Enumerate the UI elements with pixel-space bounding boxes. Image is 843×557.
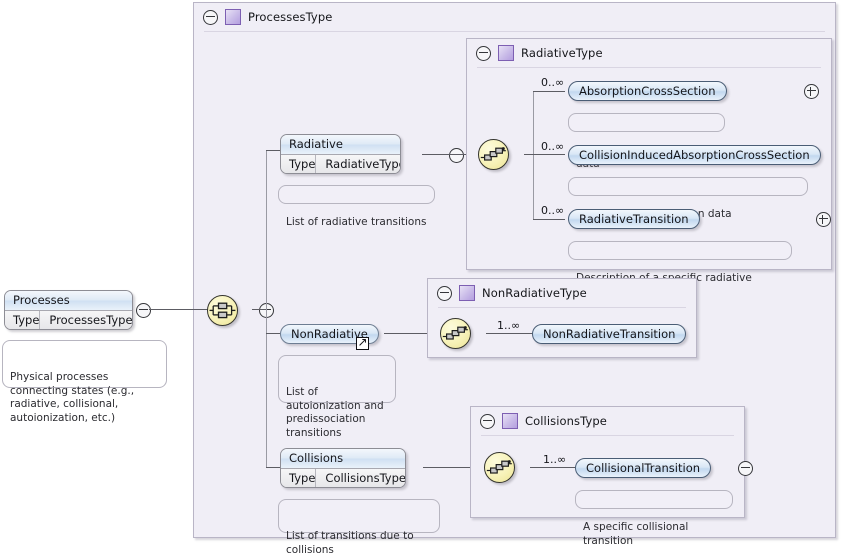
divider-collisionstype bbox=[481, 435, 734, 436]
element-box-collisions[interactable]: Collisions Type CollisionsType bbox=[280, 448, 406, 488]
divider-nonradiativetype bbox=[438, 307, 686, 308]
complextype-header-radiativetype: RadiativeType bbox=[467, 39, 831, 67]
branch-line-radiative bbox=[266, 150, 280, 151]
minus-toggle-icon-collisionstype[interactable] bbox=[480, 413, 495, 429]
connector-line-processes-to-compositor bbox=[149, 309, 208, 310]
cardinality-nonradiativetransition: 1..∞ bbox=[497, 319, 521, 332]
minus-toggle-icon-processestype[interactable] bbox=[203, 9, 218, 25]
seq-trunk-vertical-radiativetype bbox=[533, 91, 534, 219]
cardinality-collisioninducedabsorptioncrosssection: 0..∞ bbox=[541, 140, 565, 153]
sequence-compositor-icon-radiativetype[interactable] bbox=[478, 139, 509, 170]
complextype-icon-collisionstype bbox=[502, 413, 518, 429]
complextype-icon-processestype bbox=[225, 9, 241, 25]
seq-branch-collisioninduced bbox=[533, 154, 565, 155]
annotation-processes: Physical processes connecting states (e.… bbox=[2, 340, 167, 424]
element-pill-absorptioncrosssection[interactable]: AbsorptionCrossSection bbox=[568, 81, 727, 101]
divider-processestype bbox=[204, 31, 825, 32]
minus-toggle-icon-processes[interactable] bbox=[136, 303, 151, 318]
type-value-processes: ProcessesType bbox=[49, 313, 133, 327]
type-key-collisions: Type bbox=[281, 469, 317, 487]
type-value-radiative: RadiativeType bbox=[325, 157, 401, 171]
schema-diagram-canvas: ProcessesType Processes Type ProcessesTy… bbox=[0, 0, 843, 556]
cardinality-absorptioncrosssection: 0..∞ bbox=[541, 76, 565, 89]
element-typerow-processes: Type ProcessesType bbox=[5, 311, 133, 329]
minus-toggle-icon-nonradiativetype[interactable] bbox=[437, 285, 452, 301]
complextype-title-radiativetype: RadiativeType bbox=[521, 46, 603, 60]
complextype-header-processestype: ProcessesType bbox=[194, 3, 835, 31]
reference-arrow-icon-nonradiative bbox=[356, 335, 369, 350]
minus-toggle-icon-sequence-collisionstype[interactable] bbox=[738, 461, 754, 476]
cardinality-radiativetransition: 0..∞ bbox=[541, 204, 565, 217]
element-typerow-radiative: Type RadiativeType bbox=[281, 155, 401, 173]
minus-toggle-icon-radiativetype[interactable] bbox=[476, 45, 491, 61]
branch-line-collisions bbox=[266, 467, 280, 468]
annotation-collisioninducedabsorptioncrosssection: Absorption cross section data bbox=[568, 177, 808, 220]
cardinality-collisionaltransition: 1..∞ bbox=[543, 453, 567, 466]
trunk-stub bbox=[252, 309, 266, 310]
element-name-collisions: Collisions bbox=[281, 449, 405, 469]
branch-line-nonradiative bbox=[266, 333, 280, 334]
annotation-collisionaltransition: A specific collisional transition bbox=[575, 490, 733, 547]
annotation-notch-radiative bbox=[293, 180, 305, 186]
seq-branch-collisionaltransition bbox=[530, 467, 575, 468]
type-value-collisions: CollisionsType bbox=[325, 471, 406, 485]
complextype-title-collisionstype: CollisionsType bbox=[525, 414, 607, 428]
annotation-text-radiative: List of radiative transitions bbox=[286, 216, 427, 228]
complextype-title-nonradiativetype: NonRadiativeType bbox=[482, 286, 587, 300]
annotation-radiative: List of radiative transitions bbox=[278, 185, 435, 228]
annotation-notch-radiativetransition bbox=[583, 236, 595, 242]
type-key-radiative: Type bbox=[281, 155, 317, 173]
seq-branch-nonradiativetransition bbox=[486, 333, 533, 334]
complextype-icon-radiativetype bbox=[498, 45, 514, 61]
plus-toggle-icon-radiativetransition[interactable] bbox=[815, 212, 831, 227]
element-box-radiative[interactable]: Radiative Type RadiativeType bbox=[280, 134, 401, 174]
annotation-notch-nonradiative bbox=[293, 350, 305, 356]
divider-radiativetype bbox=[477, 67, 821, 68]
annotation-absorptioncrosssection: Absorption cross section data bbox=[568, 113, 725, 170]
type-key-processes: Type bbox=[5, 311, 41, 329]
seq-branch-radiativetransition bbox=[533, 219, 565, 220]
annotation-notch-processes bbox=[17, 335, 29, 341]
complextype-title-processestype: ProcessesType bbox=[248, 10, 333, 24]
annotation-notch-collisions bbox=[293, 494, 305, 500]
annotation-nonradiative: List of autoionization and predissociati… bbox=[278, 355, 396, 439]
element-name-processes: Processes bbox=[5, 291, 132, 311]
annotation-text-processes: Physical processes connecting states (e.… bbox=[10, 371, 135, 424]
element-pill-collisioninducedabsorptioncrosssection[interactable]: CollisionInducedAbsorptionCrossSection bbox=[568, 145, 821, 165]
complextype-header-collisionstype: CollisionsType bbox=[471, 407, 744, 435]
complextype-header-nonradiativetype: NonRadiativeType bbox=[428, 279, 696, 307]
annotation-notch-collisionaltransition bbox=[590, 485, 602, 491]
annotation-notch-collisioninduced bbox=[583, 172, 595, 178]
element-typerow-collisions: Type CollisionsType bbox=[281, 469, 406, 487]
sequence-compositor-icon-nonradiativetype[interactable] bbox=[440, 318, 471, 349]
annotation-radiativetransition: Description of a specific radiative tran… bbox=[568, 241, 792, 298]
seq-branch-absorptioncrosssection bbox=[533, 91, 565, 92]
complextype-icon-nonradiativetype bbox=[459, 285, 475, 301]
annotation-collisions: List of transitions due to collisions bbox=[278, 499, 440, 556]
seq-trunk-stub-radiativetype bbox=[524, 154, 533, 155]
sequence-compositor-icon-collisionstype[interactable] bbox=[484, 452, 515, 483]
element-name-radiative: Radiative bbox=[281, 135, 400, 155]
all-compositor-icon[interactable] bbox=[207, 295, 238, 326]
element-pill-radiativetransition[interactable]: RadiativeTransition bbox=[568, 209, 700, 229]
element-box-processes[interactable]: Processes Type ProcessesType bbox=[4, 290, 133, 330]
annotation-notch-absorptioncrosssection bbox=[583, 108, 595, 114]
trunk-vertical-line bbox=[266, 150, 267, 468]
element-pill-nonradiativetransition[interactable]: NonRadiativeTransition bbox=[532, 324, 687, 344]
element-pill-collisionaltransition[interactable]: CollisionalTransition bbox=[575, 458, 712, 478]
